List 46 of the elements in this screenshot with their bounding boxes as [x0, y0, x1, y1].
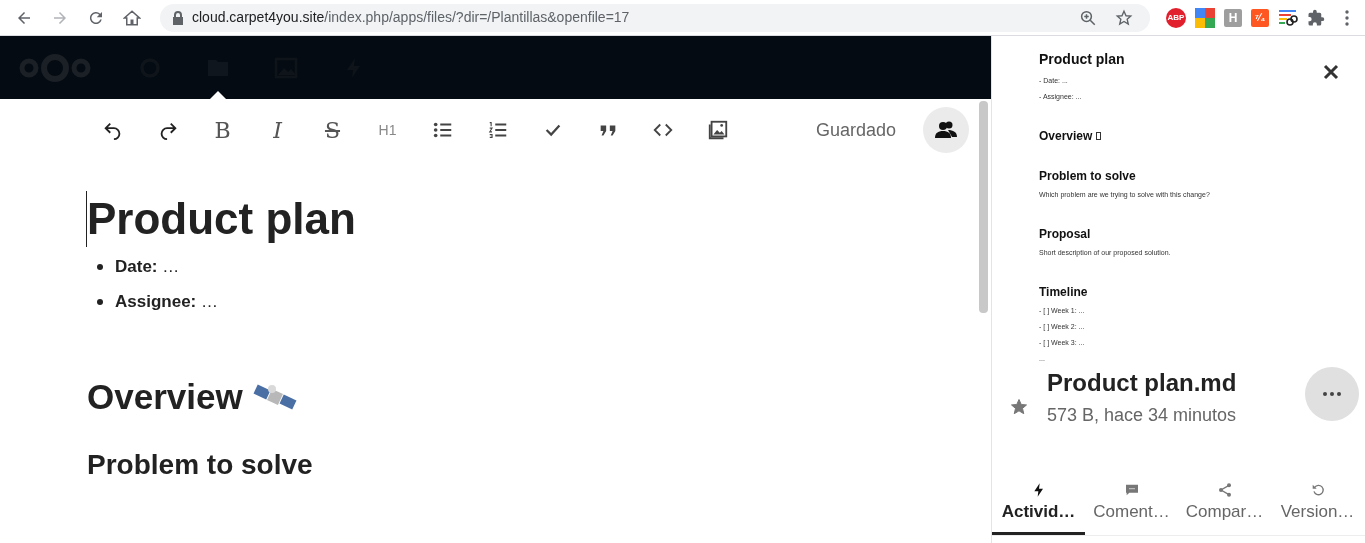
format-button[interactable]: I — [250, 108, 305, 152]
close-icon — [1323, 64, 1339, 80]
section-heading: Overview — [87, 375, 243, 418]
image-icon[interactable] — [706, 119, 729, 141]
preview-heading: Timeline — [1039, 284, 1088, 301]
preview-title: Product plan — [1039, 50, 1126, 69]
share-icon — [1216, 482, 1233, 498]
active-app-indicator — [210, 91, 226, 99]
section-heading: Problem to solve — [87, 448, 313, 482]
people-icon — [935, 121, 957, 139]
favorite-star-icon[interactable] — [1009, 397, 1029, 417]
format-button[interactable]: S — [305, 108, 360, 152]
bullet-icon — [97, 298, 103, 305]
zoom-icon[interactable] — [1079, 8, 1097, 27]
home-icon[interactable] — [123, 8, 141, 27]
menu-icon[interactable] — [1345, 9, 1349, 26]
colored-squares-icon[interactable] — [1195, 7, 1215, 28]
scrollbar[interactable] — [979, 101, 988, 313]
sidebar-tab[interactable]: Coment… — [1085, 482, 1178, 535]
file-name: Product plan.md — [1047, 367, 1238, 398]
url-host: cloud.carpet4you.site — [192, 9, 325, 25]
file-info: 573 B, hace 34 minutos — [1047, 403, 1238, 427]
format-button[interactable]: H1 — [360, 108, 415, 152]
preview-heading: Proposal — [1039, 226, 1091, 243]
bullet-icon — [97, 263, 103, 270]
puzzle-icon[interactable] — [1307, 8, 1325, 27]
list-item-text: Date: … — [115, 255, 180, 278]
more-icon — [1322, 392, 1342, 396]
sidebar-tab[interactable]: Compar… — [1178, 482, 1271, 535]
fraction-extension-button[interactable]: ⁷⁄₄ — [1251, 8, 1269, 27]
bookmark-star-icon[interactable] — [1115, 8, 1133, 27]
format-button[interactable]: B — [195, 108, 250, 152]
url-path: /index.php/apps/files/?dir=/Plantillas&openfile=17 — [324, 9, 630, 25]
preview-heading: Overview — [1039, 128, 1093, 145]
list-item-text: Assignee: … — [115, 290, 218, 313]
address-bar[interactable]: cloud.carpet4you.site/index.php/apps/files/?dir=/Plantillas&openfile=17 — [160, 3, 1150, 32]
missing-glyph-icon — [1096, 132, 1102, 140]
preview-heading: Problem to solve — [1039, 168, 1136, 185]
collaborators-button[interactable] — [923, 107, 969, 153]
lock-icon — [172, 10, 184, 25]
link-list-icon[interactable] — [1278, 7, 1298, 28]
numbered-list-icon[interactable] — [486, 119, 509, 141]
sidebar-tab[interactable]: Activid… — [992, 482, 1085, 535]
adblock-extension-button[interactable]: ABP — [1166, 7, 1186, 28]
sidebar-tab[interactable]: Version… — [1271, 482, 1364, 535]
save-status: Guardado — [815, 118, 896, 142]
